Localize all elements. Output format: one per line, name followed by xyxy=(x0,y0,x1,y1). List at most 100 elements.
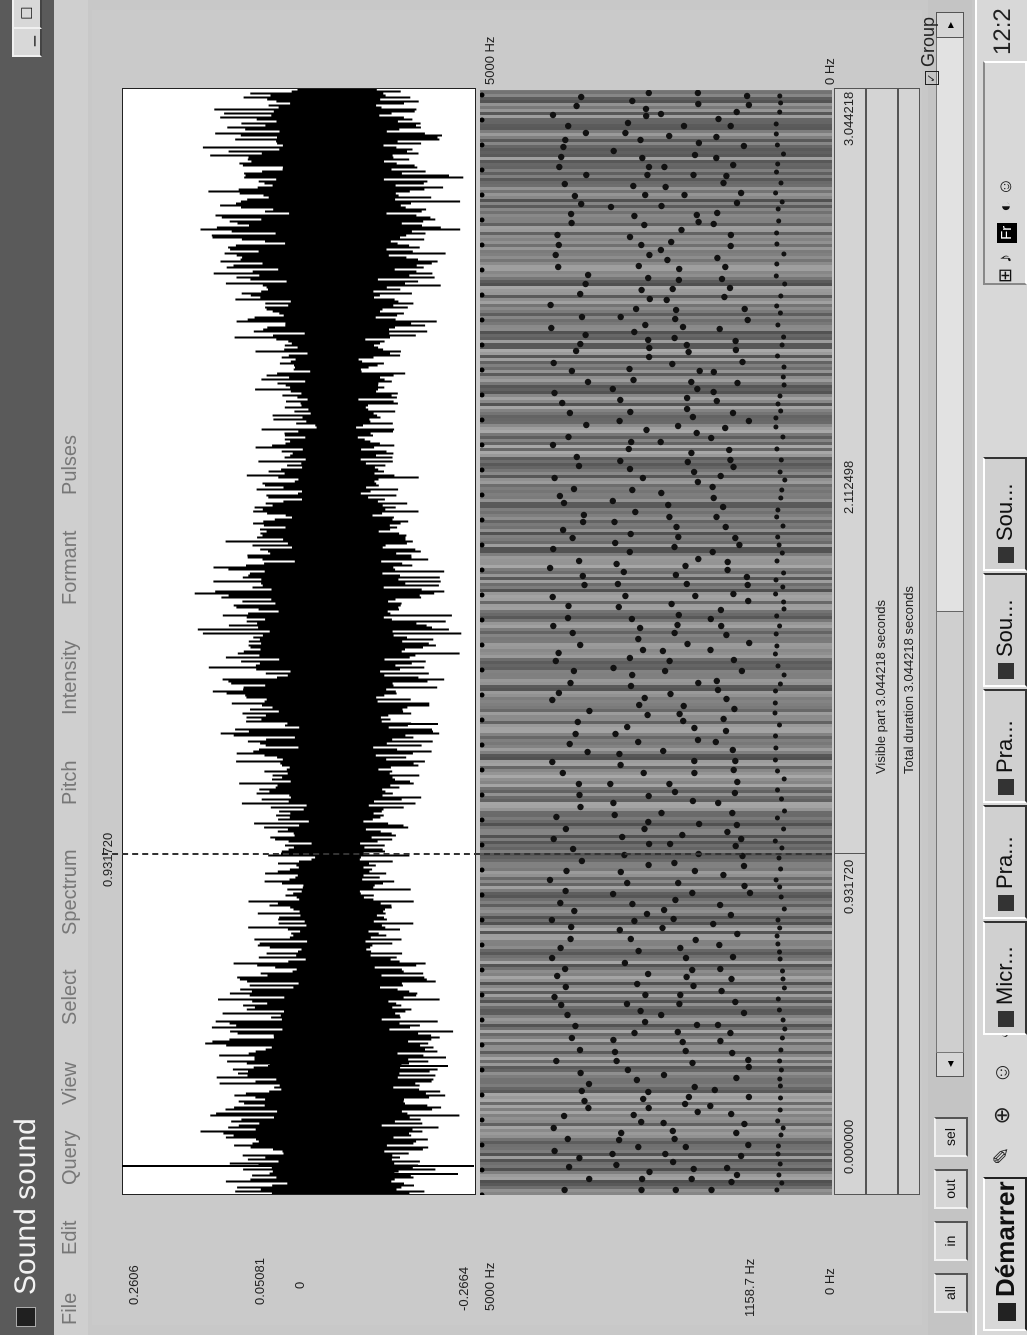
horizontal-scrollbar[interactable] xyxy=(936,36,964,1053)
spectrogram-column xyxy=(480,970,832,973)
menu-pulses[interactable]: Pulses xyxy=(58,435,82,495)
tray-antivirus-icon[interactable]: ☺ xyxy=(995,177,1015,195)
time-bar-visible[interactable]: Visible part 3.044218 seconds xyxy=(866,88,898,1195)
scrollbar-thumb[interactable] xyxy=(937,611,963,1052)
spectrogram-column xyxy=(480,367,832,370)
formant-point xyxy=(549,441,557,449)
spectrogram-column xyxy=(480,979,832,982)
menu-pitch[interactable]: Pitch xyxy=(58,761,82,805)
waveform-panel[interactable] xyxy=(122,88,476,1195)
minimize-button[interactable]: _ xyxy=(12,25,42,57)
group-checkbox[interactable]: ✓ Group xyxy=(918,17,939,85)
start-button[interactable]: Démarrer xyxy=(983,1177,1027,1331)
formant-point xyxy=(745,1063,752,1071)
formant-point xyxy=(640,769,647,777)
spectrogram-column xyxy=(480,226,832,229)
task-button-praat-2[interactable]: Pra... xyxy=(983,689,1027,803)
formant-point xyxy=(714,254,721,262)
formant-point xyxy=(639,646,647,654)
zoom-in-button[interactable]: in xyxy=(934,1221,968,1261)
formant-point xyxy=(778,293,784,299)
zoom-selection-button[interactable]: sel xyxy=(934,1117,968,1157)
spectrogram-column xyxy=(480,349,832,352)
spectrogram-column xyxy=(480,388,832,391)
formant-point xyxy=(694,385,701,393)
formant-point xyxy=(635,635,642,643)
formant-point xyxy=(733,1074,740,1082)
timebar-segment-before[interactable]: 0.000000 0.931720 xyxy=(835,853,865,1194)
formant-point xyxy=(644,171,651,179)
formant-point xyxy=(740,142,748,150)
system-tray[interactable]: ⊞ ♪ Fr ◐ ☺ xyxy=(983,61,1027,285)
menu-formant[interactable]: Formant xyxy=(58,531,82,605)
scroll-left-arrow[interactable]: ◂ xyxy=(936,1051,964,1077)
formant-point xyxy=(572,730,579,738)
formant-point xyxy=(711,1086,719,1094)
formant-point xyxy=(737,189,745,197)
formant-point xyxy=(578,93,585,101)
formant-point xyxy=(560,1112,568,1120)
spectrogram-column xyxy=(480,1003,832,1006)
formant-point xyxy=(695,139,703,147)
menu-view[interactable]: View xyxy=(58,1062,82,1105)
spectrogram-column xyxy=(480,652,832,655)
time-bar-total[interactable]: Total duration 3.044218 seconds xyxy=(898,88,920,1195)
formant-point xyxy=(723,631,730,639)
menu-intensity[interactable]: Intensity xyxy=(58,641,82,715)
task-button-sound-2[interactable]: Sou... xyxy=(983,457,1027,571)
formant-point xyxy=(626,654,634,662)
maximize-button[interactable]: □ xyxy=(12,0,42,29)
formant-point xyxy=(645,163,653,171)
task-button-sound-1[interactable]: Sou... xyxy=(983,573,1027,687)
formant-point xyxy=(611,518,618,526)
tray-volume-icon[interactable]: ◐ xyxy=(995,201,1015,212)
zoom-all-button[interactable]: all xyxy=(934,1273,968,1313)
spectrogram-column xyxy=(480,178,832,181)
title-bar[interactable]: Sound sound _ □ xyxy=(0,0,54,1335)
group-check-icon[interactable]: ✓ xyxy=(925,71,939,85)
menu-spectrum[interactable]: Spectrum xyxy=(58,849,82,935)
spectrogram-column xyxy=(480,862,832,865)
menu-query[interactable]: Query xyxy=(58,1131,82,1185)
formant-point xyxy=(634,980,641,988)
formant-point xyxy=(743,573,751,581)
menu-select[interactable]: Select xyxy=(58,969,82,1025)
formant-point xyxy=(609,497,617,505)
taskbar-clock[interactable]: 12:2 xyxy=(983,8,1023,55)
formant-point xyxy=(559,526,567,534)
spectrogram-column xyxy=(480,871,832,874)
task-button-praat-1[interactable]: Pra... xyxy=(983,805,1027,919)
formant-point xyxy=(569,629,576,637)
spectrogram-column xyxy=(480,1015,832,1018)
formant-point xyxy=(693,211,701,219)
app-icon[interactable] xyxy=(16,1307,36,1327)
formant-point xyxy=(680,122,688,130)
formant-point xyxy=(576,1046,584,1054)
spectrogram-column xyxy=(480,172,832,175)
tray-speaker-icon[interactable]: ♪ xyxy=(995,254,1015,263)
spectrogram-panel[interactable] xyxy=(480,90,832,1195)
spectrogram-column xyxy=(480,358,832,361)
formant-point xyxy=(562,136,569,144)
task-button-word[interactable]: Micr... xyxy=(983,921,1027,1035)
menu-file[interactable]: File xyxy=(58,1293,82,1325)
menu-edit[interactable]: Edit xyxy=(58,1221,82,1255)
spectrogram-column xyxy=(480,1066,832,1069)
formant-point xyxy=(548,954,556,962)
tray-network-icon[interactable]: ⊞ xyxy=(995,268,1015,283)
spectrogram-column xyxy=(480,154,832,157)
language-indicator[interactable]: Fr xyxy=(997,222,1017,243)
time-bar-selection[interactable]: 0.000000 0.931720 2.112498 3.044218 xyxy=(834,88,866,1195)
timebar-segment-after[interactable]: 2.112498 3.044218 xyxy=(835,89,865,854)
scroll-right-arrow[interactable]: ▸ xyxy=(936,12,964,38)
formant-point xyxy=(567,210,575,218)
selection-start-line xyxy=(122,1165,474,1167)
formant-point xyxy=(571,192,579,200)
spectrogram-column xyxy=(480,784,832,787)
formant-point xyxy=(710,920,717,928)
formant-point xyxy=(657,438,664,446)
spectrogram-column xyxy=(480,550,832,553)
spectrogram-column xyxy=(480,415,832,418)
zoom-out-button[interactable]: out xyxy=(934,1169,968,1209)
formant-point xyxy=(781,251,787,257)
